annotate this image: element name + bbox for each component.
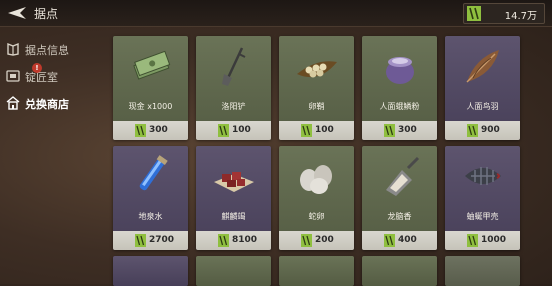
sidebar-item-smithy[interactable]: 锭匠室 !	[6, 63, 104, 87]
shop-item-card[interactable]: 人面蛾鳞粉 300	[362, 36, 437, 140]
price-bar: 2700	[113, 231, 188, 250]
item-price: 900	[481, 125, 500, 135]
sidebar-item-info[interactable]: 据点信息	[6, 40, 104, 60]
price-bar: 100	[196, 121, 271, 140]
item-price: 100	[232, 125, 251, 135]
feather-icon	[466, 50, 499, 83]
shop-item-card[interactable]: 龙脑香 400	[362, 146, 437, 250]
anvil-icon	[6, 70, 20, 82]
resin-tray-icon	[214, 172, 254, 192]
shop-item-card[interactable]	[445, 256, 520, 286]
sidebar-item-label: 锭匠室	[25, 71, 58, 84]
cash-icon	[133, 50, 171, 80]
price-bar: 900	[445, 121, 520, 140]
shop-item-card[interactable]: 人面鸟羽 900	[445, 36, 520, 140]
price-bar: 200	[279, 231, 354, 250]
shop-item-card[interactable]	[196, 256, 271, 286]
item-price: 300	[398, 125, 417, 135]
page-title: 据点	[34, 7, 59, 21]
shell-icon	[465, 167, 501, 185]
sidebar-item-label: 据点信息	[25, 44, 69, 57]
item-name: 蚰蜒甲壳	[466, 212, 499, 221]
item-name: 龙脑香	[387, 212, 412, 221]
shop-item-card[interactable]: 现金 x1000 300	[113, 36, 188, 140]
powder-jar-icon	[386, 57, 414, 84]
item-price: 200	[315, 235, 334, 245]
shop-icon	[6, 96, 20, 110]
item-price: 300	[149, 125, 168, 135]
item-name: 人面蛾鳞粉	[379, 102, 420, 111]
currency-value: 14.7万	[504, 11, 537, 22]
voucher-icon	[218, 234, 229, 247]
price-bar: 1000	[445, 231, 520, 250]
shovel-icon	[222, 47, 246, 86]
voucher-icon	[467, 124, 478, 137]
item-name: 洛阳铲	[221, 102, 246, 111]
top-bar: 据点 14.7万	[0, 0, 552, 27]
currency-display: 14.7万	[463, 3, 545, 24]
shop-item-card[interactable]: 洛阳铲 100	[196, 36, 271, 140]
shop-item-card[interactable]	[362, 256, 437, 286]
voucher-icon	[135, 234, 146, 247]
back-arrow-icon[interactable]	[6, 5, 28, 21]
voucher-icon	[384, 234, 395, 247]
shop-item-card[interactable]: 麒麟竭 8100	[196, 146, 271, 250]
voucher-icon	[467, 6, 481, 21]
item-name: 蛇卵	[308, 212, 325, 221]
eggs-leaf-icon	[297, 61, 337, 78]
voucher-icon	[135, 124, 146, 137]
item-name: 卵鞘	[308, 102, 325, 111]
voucher-icon	[218, 124, 229, 137]
item-price: 400	[398, 235, 417, 245]
item-price: 100	[315, 125, 334, 135]
item-price: 2700	[149, 235, 175, 245]
price-bar: 400	[362, 231, 437, 250]
item-name: 地泉水	[138, 212, 163, 221]
sidebar-item-label: 兑换商店	[25, 98, 69, 111]
price-bar: 300	[113, 121, 188, 140]
shop-item-card[interactable]	[113, 256, 188, 286]
shop-item-card[interactable]	[279, 256, 354, 286]
item-price: 8100	[232, 235, 258, 245]
vial-icon	[139, 155, 168, 191]
item-price: 1000	[481, 235, 507, 245]
item-name: 现金 x1000	[128, 102, 173, 111]
price-bar: 8100	[196, 231, 271, 250]
shop-item-card[interactable]: 地泉水 2700	[113, 146, 188, 250]
voucher-icon	[301, 124, 312, 137]
shop-item-card[interactable]: 蚰蜒甲壳 1000	[445, 146, 520, 250]
price-bar: 300	[362, 121, 437, 140]
item-name: 麒麟竭	[221, 212, 246, 221]
price-bar: 100	[279, 121, 354, 140]
notification-badge: !	[32, 63, 42, 73]
sidebar-item-exchange-shop[interactable]: 兑换商店	[6, 94, 104, 114]
voucher-icon	[384, 124, 395, 137]
voucher-icon	[467, 234, 478, 247]
scoop-icon	[386, 156, 420, 196]
item-name: 人面鸟羽	[466, 102, 499, 111]
book-icon	[7, 42, 19, 56]
shop-item-card[interactable]: 蛇卵 200	[279, 146, 354, 250]
shop-item-card[interactable]: 卵鞘 100	[279, 36, 354, 140]
voucher-icon	[301, 234, 312, 247]
snake-eggs-icon	[300, 165, 332, 194]
